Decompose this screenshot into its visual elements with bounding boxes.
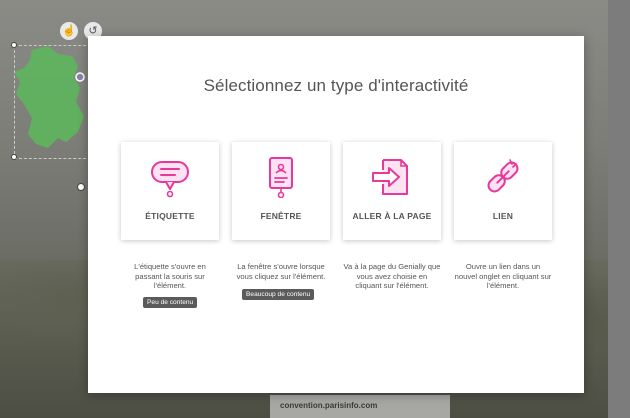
- speech-bubble-icon: [151, 161, 189, 198]
- interactivity-hand-icon[interactable]: ☝: [60, 22, 78, 40]
- dialog-title: Sélectionnez un type d'interactivité: [203, 76, 469, 95]
- option-label: LIEN: [492, 211, 514, 221]
- option-description-etiquette: L'étiquette s'ouvre en passant la souris…: [134, 262, 206, 291]
- footer-strip: convention.parisinfo.com: [270, 395, 450, 418]
- rotate-handle[interactable]: [77, 183, 85, 191]
- right-scrollbar-area: [608, 0, 630, 418]
- option-label: ALLER À LA PAGE: [352, 211, 432, 221]
- chain-link-icon: [487, 159, 519, 193]
- option-label: ÉTIQUETTE: [145, 211, 195, 221]
- content-amount-badge: Peu de contenu: [143, 297, 198, 308]
- resize-handle[interactable]: [11, 42, 17, 48]
- resize-handle[interactable]: [11, 154, 17, 160]
- option-description-fenetre: La fenêtre s'ouvre lorsque vous cliquez …: [236, 262, 326, 281]
- option-card-etiquette[interactable]: ÉTIQUETTE: [121, 142, 219, 240]
- interactivity-type-dialog: Sélectionnez un type d'interactivité ÉTI…: [88, 36, 584, 393]
- go-to-page-icon: [372, 159, 408, 195]
- option-card-lien[interactable]: LIEN: [454, 142, 552, 240]
- content-amount-badge: Beaucoup de contenu: [242, 289, 315, 300]
- window-popup-icon: [269, 157, 293, 198]
- option-label: FENÊTRE: [260, 211, 302, 221]
- option-description-aller-a-la-page: Va à la page du Genially que vous avez c…: [343, 262, 441, 291]
- option-description-lien: Ouvre un lien dans un nouvel onglet en c…: [454, 262, 552, 291]
- footer-text: convention.parisinfo.com: [280, 401, 378, 410]
- element-selection-box[interactable]: [14, 45, 96, 159]
- option-card-fenetre[interactable]: FENÊTRE: [232, 142, 330, 240]
- option-card-aller-a-la-page[interactable]: ALLER À LA PAGE: [343, 142, 441, 240]
